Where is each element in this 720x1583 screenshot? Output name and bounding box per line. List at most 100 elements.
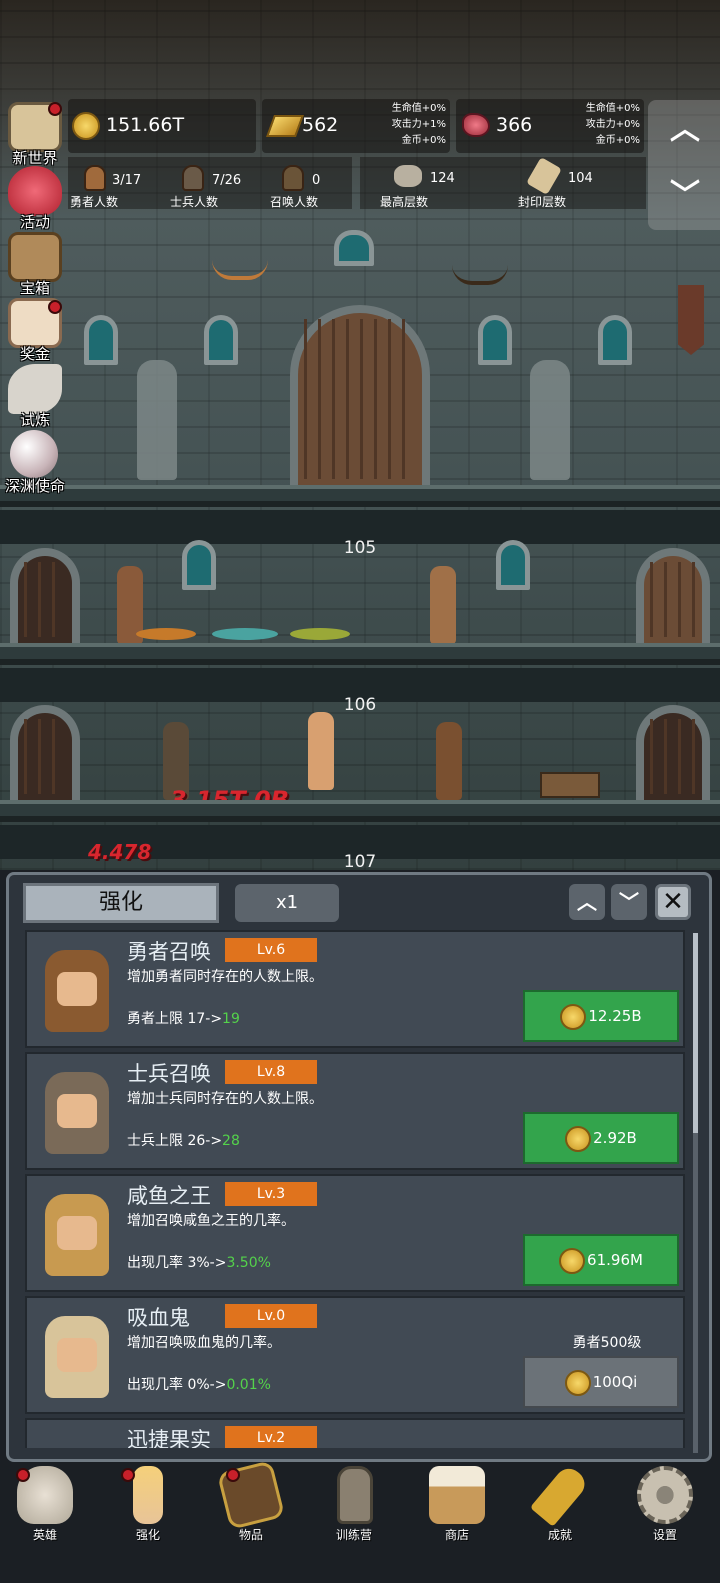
nav-items[interactable]: 物品 bbox=[206, 1460, 296, 1556]
buy-upgrade-button[interactable]: 2.92B bbox=[523, 1112, 679, 1164]
upgrade-name: 士兵召唤 bbox=[127, 1062, 211, 1086]
cell-door bbox=[636, 548, 710, 643]
unit-stats: 3/17 勇者人数 7/26 士兵人数 0 召唤人数 bbox=[68, 157, 352, 209]
floor-scroll-buttons: ︿ ﹀ bbox=[648, 100, 720, 230]
side-item-label: 宝箱 bbox=[19, 279, 50, 297]
buy-upgrade-button-locked[interactable]: 100Qi bbox=[523, 1356, 679, 1408]
beer-mug-icon bbox=[429, 1466, 485, 1524]
hero-count: 3/17 bbox=[112, 173, 142, 188]
panel-collapse-up-button[interactable]: ︿ bbox=[569, 884, 605, 920]
upgrade-effect: 士兵上限 26->28 bbox=[127, 1130, 240, 1150]
side-item-new-world[interactable]: 新世界 bbox=[0, 102, 70, 168]
bonus-coins: 金币+0% bbox=[595, 135, 640, 146]
buy-upgrade-button[interactable]: 61.96M bbox=[523, 1234, 679, 1286]
panel-close-button[interactable]: ✕ bbox=[655, 884, 691, 920]
banner bbox=[678, 285, 704, 355]
effect-current: 出现几率 0%-> bbox=[127, 1377, 227, 1393]
bonus-attack: 攻击力+0% bbox=[585, 119, 640, 130]
side-item-label: 新世界 bbox=[12, 149, 58, 167]
upgrade-description: 增加召唤吸血鬼的几率。 bbox=[127, 1335, 281, 1351]
hero-unit[interactable] bbox=[430, 566, 456, 644]
bonus-coins: 金币+0% bbox=[401, 135, 446, 146]
nav-achievements[interactable]: 成就 bbox=[515, 1463, 605, 1556]
scroll-up-button[interactable]: ︿ bbox=[670, 115, 700, 145]
gold-bonus-list: 生命值+0% 攻击力+1% 金币+0% bbox=[366, 101, 446, 149]
gem-bonus-list: 生命值+0% 攻击力+0% 金币+0% bbox=[560, 101, 640, 149]
notification-dot bbox=[48, 102, 62, 116]
nav-heroes[interactable]: 英雄 bbox=[0, 1466, 90, 1556]
floor-number: 105 bbox=[343, 538, 377, 558]
scrollbar-thumb[interactable] bbox=[693, 933, 698, 1133]
multiplier-toggle[interactable]: x1 bbox=[235, 884, 339, 922]
summon-count-label: 召唤人数 bbox=[270, 195, 319, 209]
side-item-abyss-mission[interactable]: 深渊使命 bbox=[0, 430, 70, 496]
pearl-icon bbox=[10, 430, 58, 478]
buy-upgrade-button[interactable]: 12.25B bbox=[523, 990, 679, 1042]
side-item-label: 活动 bbox=[19, 213, 50, 231]
vampire-portrait bbox=[45, 1316, 109, 1398]
nav-settings[interactable]: 设置 bbox=[620, 1466, 710, 1556]
floor-number: 107 bbox=[343, 852, 377, 870]
effect-next: 3.50% bbox=[226, 1255, 271, 1271]
slime-puddle bbox=[212, 628, 278, 640]
side-item-label: 深渊使命 bbox=[4, 477, 65, 495]
castle-window bbox=[204, 315, 238, 365]
soldier-head-icon bbox=[182, 165, 204, 191]
side-item-bonus[interactable]: 奖金 bbox=[0, 298, 70, 364]
upgrade-cost: 12.25B bbox=[588, 1007, 642, 1025]
floor-platform bbox=[0, 643, 720, 665]
upgrade-effect: 勇者上限 17->19 bbox=[127, 1008, 240, 1028]
cell-door bbox=[10, 705, 80, 800]
upgrade-name: 迅捷果实 bbox=[127, 1428, 211, 1448]
upgrade-level-badge: Lv.8 bbox=[225, 1060, 317, 1084]
side-item-chest[interactable]: 宝箱 bbox=[0, 232, 70, 298]
notification-dot bbox=[48, 300, 62, 314]
effect-next: 19 bbox=[222, 1011, 240, 1027]
ruby-icon bbox=[462, 113, 490, 137]
nav-upgrade[interactable]: 强化 bbox=[103, 1466, 193, 1556]
panel-scrollbar[interactable] bbox=[693, 933, 698, 1453]
upgrade-name: 勇者召唤 bbox=[127, 940, 211, 964]
nav-training-camp[interactable]: 训练营 bbox=[309, 1466, 399, 1556]
side-item-label: 奖金 bbox=[19, 345, 50, 363]
nav-shop[interactable]: 商店 bbox=[412, 1466, 502, 1556]
gear-icon bbox=[637, 1466, 693, 1524]
upgrade-panel: 强化 x1 ︿ ﹀ ✕ 勇者召唤 Lv.6 增加勇者同时存在的人数上限。 勇者上… bbox=[6, 872, 712, 1462]
hero-unit[interactable] bbox=[436, 722, 462, 800]
feather-icon bbox=[8, 364, 62, 414]
soldier-count-label: 士兵人数 bbox=[170, 195, 219, 209]
lantern-icon bbox=[337, 1466, 373, 1524]
gold-value: 562 bbox=[302, 114, 339, 136]
castle-window bbox=[478, 315, 512, 365]
upgrade-card-soldier-summon: 士兵召唤 Lv.8 增加士兵同时存在的人数上限。 士兵上限 26->28 2.9… bbox=[25, 1052, 685, 1170]
effect-current: 士兵上限 26-> bbox=[127, 1133, 223, 1149]
floor-number: 106 bbox=[343, 695, 377, 715]
effect-next: 0.01% bbox=[226, 1377, 271, 1393]
heart-icon bbox=[8, 166, 62, 216]
knight-statue bbox=[530, 360, 570, 480]
upgrade-cost: 61.96M bbox=[587, 1251, 643, 1269]
gem-counter: 366 生命值+0% 攻击力+0% 金币+0% bbox=[456, 99, 644, 153]
nav-label: 英雄 bbox=[32, 1528, 57, 1542]
side-item-events[interactable]: 活动 bbox=[0, 166, 70, 232]
salted-fish-king-portrait bbox=[45, 1194, 109, 1276]
scroll-down-button[interactable]: ﹀ bbox=[670, 181, 700, 211]
chest-icon bbox=[8, 232, 62, 282]
upgrade-name: 咸鱼之王 bbox=[127, 1184, 211, 1208]
floor-stats: 124 最高层数 104 封印层数 bbox=[360, 157, 646, 209]
panel-expand-down-button[interactable]: ﹀ bbox=[611, 884, 647, 920]
bottom-navigation: 英雄 强化 物品 训练营 商店 成就 设置 bbox=[0, 1460, 720, 1583]
coin-icon bbox=[564, 1369, 591, 1396]
tab-upgrade[interactable]: 强化 bbox=[23, 883, 219, 923]
coin-icon bbox=[565, 1125, 592, 1152]
upgrade-cost: 2.92B bbox=[593, 1129, 637, 1147]
upgrade-level-badge: Lv.3 bbox=[225, 1182, 317, 1206]
upgrade-effect: 出现几率 3%->3.50% bbox=[127, 1252, 271, 1272]
bonus-hp: 生命值+0% bbox=[391, 103, 446, 114]
side-item-trial[interactable]: 试炼 bbox=[0, 364, 70, 430]
hero-unit[interactable] bbox=[308, 712, 334, 790]
nav-label: 商店 bbox=[444, 1528, 469, 1542]
side-item-label: 试炼 bbox=[19, 411, 50, 429]
summon-count: 0 bbox=[312, 173, 321, 188]
max-floor-value: 124 bbox=[430, 171, 455, 186]
